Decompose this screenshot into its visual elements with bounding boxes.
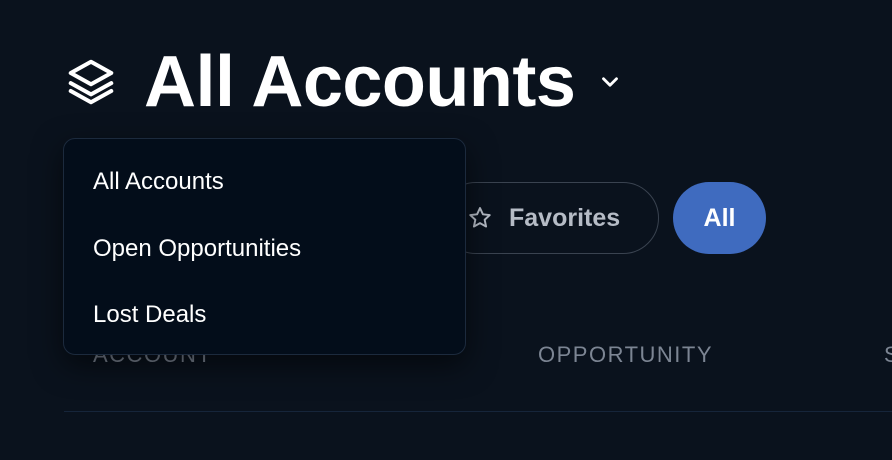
page-title[interactable]: All Accounts [144, 46, 576, 118]
star-icon [467, 205, 493, 231]
favorites-filter-label: Favorites [509, 203, 621, 232]
view-dropdown-menu: All Accounts Open Opportunities Lost Dea… [63, 138, 466, 355]
column-header-opportunity[interactable]: Opportunity [538, 342, 713, 368]
table-header-divider [64, 411, 892, 412]
dropdown-item-all-accounts[interactable]: All Accounts [64, 149, 465, 216]
chevron-down-icon[interactable] [597, 69, 623, 95]
app-window: All Accounts Favorites All Account Oppor… [0, 0, 892, 460]
all-filter-button[interactable]: All [673, 182, 766, 254]
layers-icon [64, 55, 118, 109]
column-header-third[interactable]: S [884, 342, 892, 368]
page-header: All Accounts [64, 46, 623, 118]
dropdown-item-lost-deals[interactable]: Lost Deals [64, 282, 465, 349]
dropdown-item-open-opportunities[interactable]: Open Opportunities [64, 216, 465, 283]
all-filter-label: All [703, 203, 736, 232]
favorites-filter-button[interactable]: Favorites [440, 182, 659, 254]
